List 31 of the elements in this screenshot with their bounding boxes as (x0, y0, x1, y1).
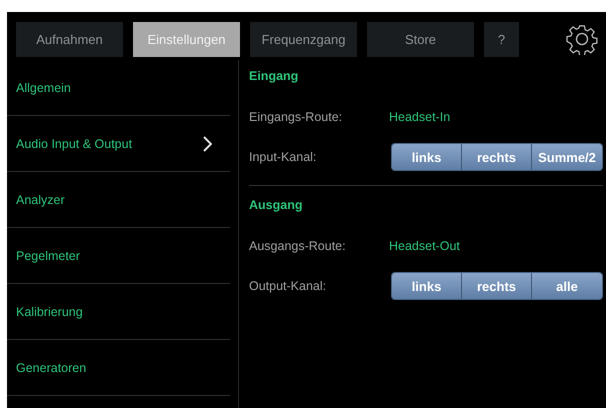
route-label: Eingangs-Route: (249, 110, 344, 124)
segment-button[interactable]: links (392, 144, 462, 170)
segment-button[interactable]: links (392, 273, 462, 299)
tab[interactable]: ? (484, 22, 519, 57)
segment-button[interactable]: rechts (462, 144, 532, 170)
tab[interactable]: Frequenzgang (250, 22, 357, 57)
segment-button[interactable]: rechts (462, 273, 532, 299)
section-title: Eingang (249, 69, 300, 83)
settings-icon[interactable] (566, 23, 598, 55)
sidebar-label: Allgemein (16, 80, 71, 94)
sidebar-item[interactable]: Pegelmeter (7, 228, 230, 284)
sidebar-label: Pegelmeter (16, 248, 80, 262)
sidebar-item[interactable]: Analyzer (7, 172, 230, 228)
section-title: Ausgang (249, 198, 304, 212)
route-label: Ausgangs-Route: (249, 239, 347, 253)
sidebar-label: Analyzer (16, 192, 65, 206)
sidebar-label: Kalibrierung (16, 304, 83, 318)
sidebar-label: Generatoren (16, 360, 86, 374)
segment-button[interactable]: alle (532, 273, 602, 299)
tab[interactable]: Store (367, 22, 474, 57)
sidebar-item[interactable]: Audio Input & Output (7, 116, 230, 172)
sidebar-label: Audio Input & Output (16, 136, 132, 150)
channel-label: Input-Kanal: (249, 150, 318, 164)
route-value: Headset-In (389, 110, 450, 124)
sidebar-item[interactable]: Generatoren (7, 340, 230, 396)
channel-label: Output-Kanal: (249, 279, 328, 293)
route-value: Headset-Out (389, 239, 460, 253)
sidebar-item[interactable]: Allgemein (7, 60, 230, 116)
sidebar-item[interactable]: Kalibrierung (7, 284, 230, 340)
segment-button[interactable]: Summe/2 (532, 144, 602, 170)
tab[interactable]: Aufnahmen (16, 22, 123, 57)
